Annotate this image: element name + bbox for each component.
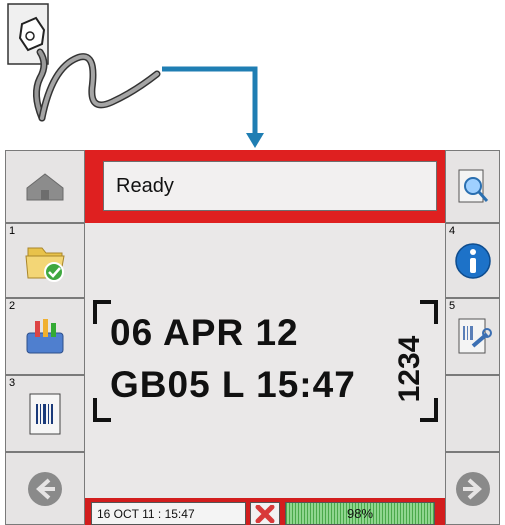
ink-level-bar[interactable]: 98% xyxy=(285,502,435,525)
back-button[interactable] xyxy=(5,452,85,525)
info-icon xyxy=(454,242,491,279)
home-icon xyxy=(26,172,64,200)
button-number: 5 xyxy=(449,300,456,312)
tools-button[interactable]: 2 xyxy=(5,298,85,375)
flow-arrow xyxy=(162,66,264,148)
preview-search-icon xyxy=(458,169,488,202)
button-number: 2 xyxy=(9,300,16,312)
datetime-display: 16 OCT 11 : 15:47 xyxy=(91,502,246,525)
bracket-top-right xyxy=(420,300,438,324)
barcode-document-icon xyxy=(29,393,61,434)
message-preview[interactable] xyxy=(85,223,445,498)
button-number: 4 xyxy=(449,225,456,237)
status-message: Ready xyxy=(103,161,437,211)
error-cross-icon xyxy=(255,504,275,523)
barcode-button[interactable]: 3 xyxy=(5,375,85,452)
preview-button[interactable] xyxy=(445,150,500,223)
message-line-1: 06 APR 12 xyxy=(110,312,299,353)
button-number: 3 xyxy=(9,377,16,389)
forward-arrow-icon xyxy=(455,471,490,506)
settings-document-icon xyxy=(458,318,492,353)
info-button[interactable]: 4 xyxy=(445,223,500,298)
settings-button[interactable]: 5 xyxy=(445,298,500,375)
bracket-top-left xyxy=(93,300,111,324)
blank-button[interactable] xyxy=(445,375,500,452)
toolbox-icon xyxy=(26,318,64,353)
button-number: 1 xyxy=(9,225,16,237)
job-select-button[interactable]: 1 xyxy=(5,223,85,298)
bracket-bottom-left xyxy=(93,398,111,422)
fault-indicator[interactable] xyxy=(250,502,280,525)
back-arrow-icon xyxy=(28,471,62,506)
power-plug-illustration xyxy=(7,3,161,122)
forward-button[interactable] xyxy=(445,452,500,525)
message-line-2: GB05 L 15:47 xyxy=(110,364,356,405)
message-vertical-code: 1234 xyxy=(393,335,426,403)
home-button[interactable] xyxy=(5,150,85,223)
ink-level-label: 98% xyxy=(346,506,374,521)
folder-check-icon xyxy=(25,247,65,282)
